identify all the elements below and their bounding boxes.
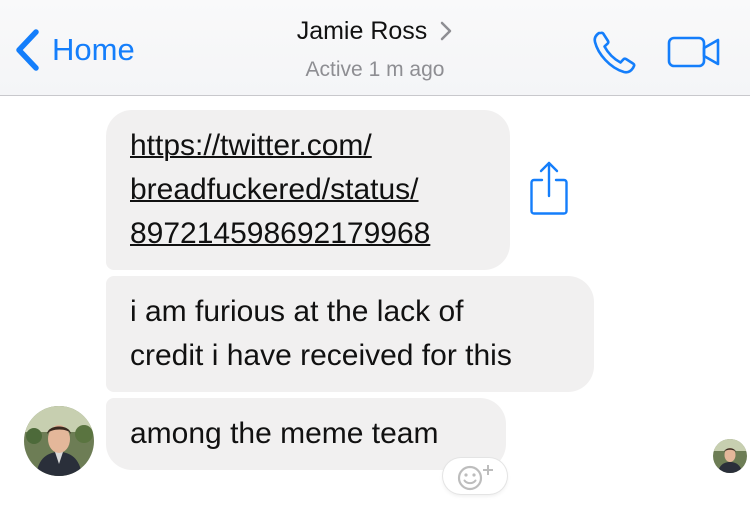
message-link-line[interactable]: breadfuckered/status/ [130,168,486,212]
message-bubble[interactable]: i am furious at the lack of credit i hav… [106,276,594,392]
message-text-line: credit i have received for this [130,339,512,372]
add-reaction-icon [457,465,493,491]
back-button[interactable]: Home [14,28,135,72]
message-bubble-link[interactable]: https://twitter.com/ breadfuckered/statu… [106,110,510,270]
contact-name[interactable]: Jamie Ross [297,17,428,46]
phone-icon[interactable] [590,28,638,76]
contact-title[interactable]: Jamie Ross Active 1 m ago [250,14,500,82]
conversation-header: Home Jamie Ross Active 1 m ago [0,0,750,96]
message-text-line: among the meme team [130,417,439,450]
add-reaction-button[interactable] [443,458,507,494]
message-bubble[interactable]: among the meme team [106,398,506,470]
chevron-left-icon [16,29,39,71]
chevron-right-icon [441,21,452,41]
contact-status: Active 1 m ago [305,58,445,81]
contact-avatar[interactable] [24,406,94,476]
message-link-line[interactable]: https://twitter.com/ [130,124,486,168]
video-camera-icon[interactable] [667,34,721,70]
message-link-line[interactable]: 897214598692179968 [130,212,486,256]
share-icon[interactable] [528,160,570,216]
message-text-line: i am furious at the lack of [130,295,464,328]
read-receipt-avatar [713,439,747,473]
back-label: Home [52,32,135,67]
